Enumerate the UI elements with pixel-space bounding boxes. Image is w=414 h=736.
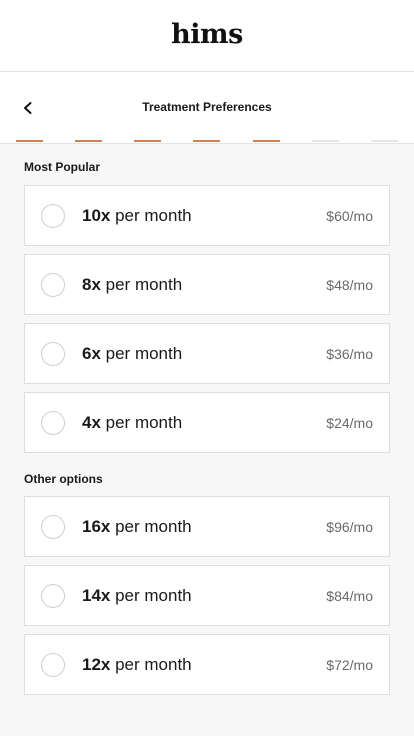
option-label: 16x per month — [82, 517, 326, 537]
radio-button[interactable] — [41, 341, 65, 366]
radio-button[interactable] — [41, 203, 65, 228]
frequency-option[interactable]: 10x per month $60/mo — [24, 185, 390, 246]
option-unit: per month — [100, 343, 183, 363]
option-unit: per month — [110, 205, 192, 225]
option-quantity: 6x — [82, 343, 101, 363]
option-list-other-options: 16x per month $96/mo 14x per month $84/m… — [24, 496, 390, 703]
radio-button[interactable] — [41, 652, 65, 677]
option-label: 8x per month — [82, 275, 326, 295]
option-unit: per month — [100, 274, 183, 294]
option-price: $48/mo — [326, 276, 373, 293]
option-price: $72/mo — [326, 656, 373, 673]
frequency-option[interactable]: 12x per month $72/mo — [24, 634, 390, 695]
option-quantity: 12x — [82, 654, 111, 674]
progress-segment — [311, 140, 339, 142]
progress-segment — [134, 140, 162, 142]
brand-header: hims — [0, 0, 414, 72]
frequency-option[interactable]: 8x per month $48/mo — [24, 254, 390, 315]
option-list-most-popular: 10x per month $60/mo 8x per month $48/mo… — [24, 185, 390, 461]
step-nav-bar: Treatment Preferences — [0, 72, 414, 144]
frequency-option[interactable]: 14x per month $84/mo — [24, 565, 390, 626]
option-label: 12x per month — [82, 655, 326, 675]
option-unit: per month — [100, 412, 183, 432]
frequency-option[interactable]: 16x per month $96/mo — [24, 496, 390, 557]
page-title: Treatment Preferences — [142, 100, 272, 114]
radio-button[interactable] — [41, 514, 65, 539]
option-quantity: 4x — [82, 412, 101, 432]
option-price: $60/mo — [326, 207, 373, 224]
frequency-option[interactable]: 6x per month $36/mo — [24, 323, 390, 384]
option-quantity: 10x — [82, 205, 111, 225]
option-price: $84/mo — [326, 587, 373, 604]
radio-button[interactable] — [41, 410, 65, 435]
radio-button[interactable] — [41, 272, 65, 297]
section-label-other-options: Other options — [24, 472, 103, 486]
progress-segment — [370, 140, 398, 142]
frequency-option[interactable]: 4x per month $24/mo — [24, 392, 390, 453]
progress-segment — [16, 140, 43, 142]
option-price: $36/mo — [326, 345, 373, 362]
radio-button[interactable] — [41, 583, 65, 608]
option-label: 4x per month — [82, 413, 326, 433]
progress-segment — [252, 140, 280, 142]
option-quantity: 8x — [82, 274, 101, 294]
hims-logo: hims — [171, 19, 243, 50]
option-label: 14x per month — [82, 586, 326, 606]
progress-segment — [75, 140, 103, 142]
option-price: $96/mo — [326, 518, 373, 535]
option-unit: per month — [110, 654, 192, 674]
option-quantity: 14x — [82, 585, 111, 605]
option-label: 6x per month — [82, 344, 326, 364]
option-unit: per month — [110, 585, 192, 605]
option-price: $24/mo — [326, 414, 373, 431]
option-label: 10x per month — [82, 206, 326, 226]
step-progress-bar — [16, 140, 398, 143]
progress-segment — [193, 140, 221, 142]
section-label-most-popular: Most Popular — [24, 160, 101, 174]
option-quantity: 16x — [82, 516, 111, 536]
option-unit: per month — [110, 516, 192, 536]
